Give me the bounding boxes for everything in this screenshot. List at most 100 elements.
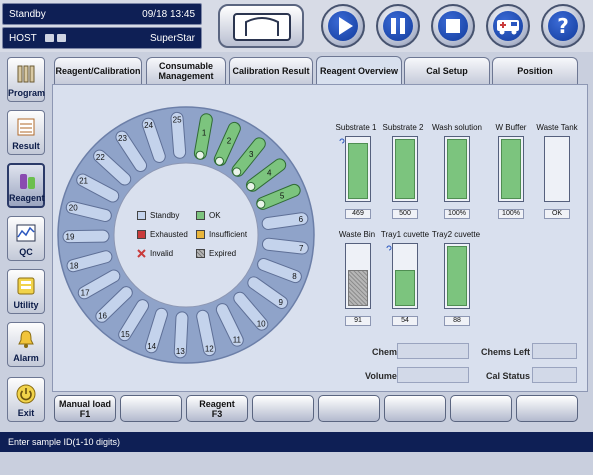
slot-number: 22 bbox=[96, 153, 105, 162]
computer-icon bbox=[44, 34, 54, 42]
nav-utility-label: Utility bbox=[13, 300, 39, 310]
nav-reagent-label: Reagent bbox=[9, 193, 45, 203]
function-key-f8[interactable] bbox=[516, 395, 578, 422]
nav-alarm[interactable]: Alarm bbox=[7, 322, 45, 367]
insufficient-swatch bbox=[196, 230, 205, 239]
tab-cal-setup[interactable]: Cal Setup bbox=[404, 57, 490, 84]
nav-result-label: Result bbox=[12, 141, 40, 151]
expired-swatch bbox=[196, 249, 205, 258]
substrate2-value: 500 bbox=[392, 209, 418, 219]
w-buffer-value: 100% bbox=[498, 209, 524, 219]
tab-reagent-overview[interactable]: Reagent Overview bbox=[316, 56, 402, 85]
tab-position[interactable]: Position bbox=[492, 57, 578, 84]
wash-solution-level bbox=[447, 139, 467, 199]
slot-number: 14 bbox=[147, 342, 156, 351]
slot-number: 3 bbox=[249, 150, 254, 159]
waste-tank-bottle[interactable] bbox=[544, 136, 570, 202]
help-button[interactable]: ? bbox=[541, 4, 585, 48]
tray2-level bbox=[447, 246, 467, 306]
wash-solution-value: 100% bbox=[444, 209, 470, 219]
stop-button[interactable] bbox=[431, 4, 475, 48]
chem-label: Chem bbox=[372, 347, 398, 357]
host-connection-icons bbox=[44, 34, 66, 42]
cal-status-label: Cal Status bbox=[486, 371, 531, 381]
cal-status-field bbox=[532, 367, 577, 383]
slot-number: 13 bbox=[176, 347, 185, 356]
tab-consumable-management[interactable]: Consumable Management bbox=[146, 57, 226, 84]
substrate2-bottle[interactable] bbox=[392, 136, 418, 202]
slot-number: 8 bbox=[292, 272, 297, 281]
refresh-icon bbox=[386, 245, 392, 251]
start-button[interactable] bbox=[321, 4, 365, 48]
tray2-bottle[interactable] bbox=[444, 243, 470, 309]
reagent-icon bbox=[20, 174, 35, 189]
help-icon: ? bbox=[557, 14, 569, 38]
date-time: 09/18 13:45 bbox=[142, 8, 195, 20]
wash-solution-bottle[interactable] bbox=[444, 136, 470, 202]
utility-icon bbox=[17, 277, 35, 295]
legend-insufficient: Insufficient bbox=[196, 230, 255, 239]
chem-field bbox=[397, 343, 469, 359]
system-name: SuperStar bbox=[149, 32, 195, 44]
reagent-function-button[interactable]: Reagent F3 bbox=[186, 395, 248, 422]
slot-number: 11 bbox=[233, 335, 242, 344]
program-icon bbox=[17, 65, 35, 83]
slot-number: 10 bbox=[257, 319, 266, 328]
slot-number: 20 bbox=[69, 204, 78, 213]
nav-program[interactable]: Program bbox=[7, 57, 45, 102]
refresh-icon bbox=[339, 138, 345, 144]
result-icon bbox=[17, 118, 35, 136]
nav-program-label: Program bbox=[8, 88, 46, 98]
status-row: Standby 09/18 13:45 bbox=[2, 3, 202, 25]
stop-icon bbox=[446, 19, 460, 33]
legend-exhausted: Exhausted bbox=[137, 230, 196, 239]
svg-text:?: ? bbox=[557, 14, 569, 38]
slot-number: 15 bbox=[121, 330, 130, 339]
slot-number: 16 bbox=[98, 312, 107, 321]
bottom-strip bbox=[0, 452, 593, 475]
host-label: HOST bbox=[9, 32, 37, 44]
slot-number: 7 bbox=[299, 244, 304, 253]
function-key-f4[interactable] bbox=[252, 395, 314, 422]
home-icon bbox=[233, 13, 291, 41]
pause-button[interactable] bbox=[376, 4, 420, 48]
manual-load-button[interactable]: Manual load F1 bbox=[54, 395, 116, 422]
waste-bin-bottle[interactable] bbox=[345, 243, 371, 309]
nav-qc[interactable]: QC bbox=[7, 216, 45, 261]
tab-calibration-result[interactable]: Calibration Result bbox=[229, 57, 313, 84]
volume-field bbox=[397, 367, 469, 383]
slot-number: 12 bbox=[205, 345, 214, 354]
slot-number: 18 bbox=[70, 261, 79, 270]
slot-number: 19 bbox=[66, 233, 75, 242]
home-button[interactable] bbox=[218, 4, 304, 48]
function-key-f7[interactable] bbox=[450, 395, 512, 422]
tab-reagent-calibration[interactable]: Reagent/Calibration bbox=[54, 57, 142, 84]
nav-result[interactable]: Result bbox=[7, 110, 45, 155]
slot-number: 9 bbox=[279, 298, 284, 307]
legend-expired: Expired bbox=[196, 249, 255, 258]
w-buffer-bottle[interactable] bbox=[498, 136, 524, 202]
waste-tank-value: OK bbox=[544, 209, 570, 219]
nav-reagent[interactable]: Reagent bbox=[7, 163, 45, 208]
waste-bin-value: 91 bbox=[345, 316, 371, 326]
function-key-f5[interactable] bbox=[318, 395, 380, 422]
function-key-f6[interactable] bbox=[384, 395, 446, 422]
emergency-button[interactable] bbox=[486, 4, 530, 48]
substrate1-bottle[interactable] bbox=[345, 136, 371, 202]
nav-utility[interactable]: Utility bbox=[7, 269, 45, 314]
function-key-f2[interactable] bbox=[120, 395, 182, 422]
tray1-bottle[interactable] bbox=[392, 243, 418, 309]
substrate1-value: 469 bbox=[345, 209, 371, 219]
slot-number: 2 bbox=[227, 136, 232, 145]
tray2-label: Tray2 cuvette bbox=[431, 230, 481, 239]
invalid-x-icon bbox=[137, 249, 146, 258]
legend-invalid: Invalid bbox=[137, 249, 196, 258]
nav-exit-label: Exit bbox=[17, 408, 35, 418]
message-bar: Enter sample ID(1-10 digits) bbox=[0, 432, 593, 452]
w-buffer-level bbox=[501, 139, 521, 199]
slot-number: 17 bbox=[81, 288, 90, 297]
nav-exit[interactable]: Exit bbox=[7, 377, 45, 422]
host-row: HOST SuperStar bbox=[2, 27, 202, 49]
tray2-value: 88 bbox=[444, 316, 470, 326]
legend-ok: OK bbox=[196, 211, 255, 220]
